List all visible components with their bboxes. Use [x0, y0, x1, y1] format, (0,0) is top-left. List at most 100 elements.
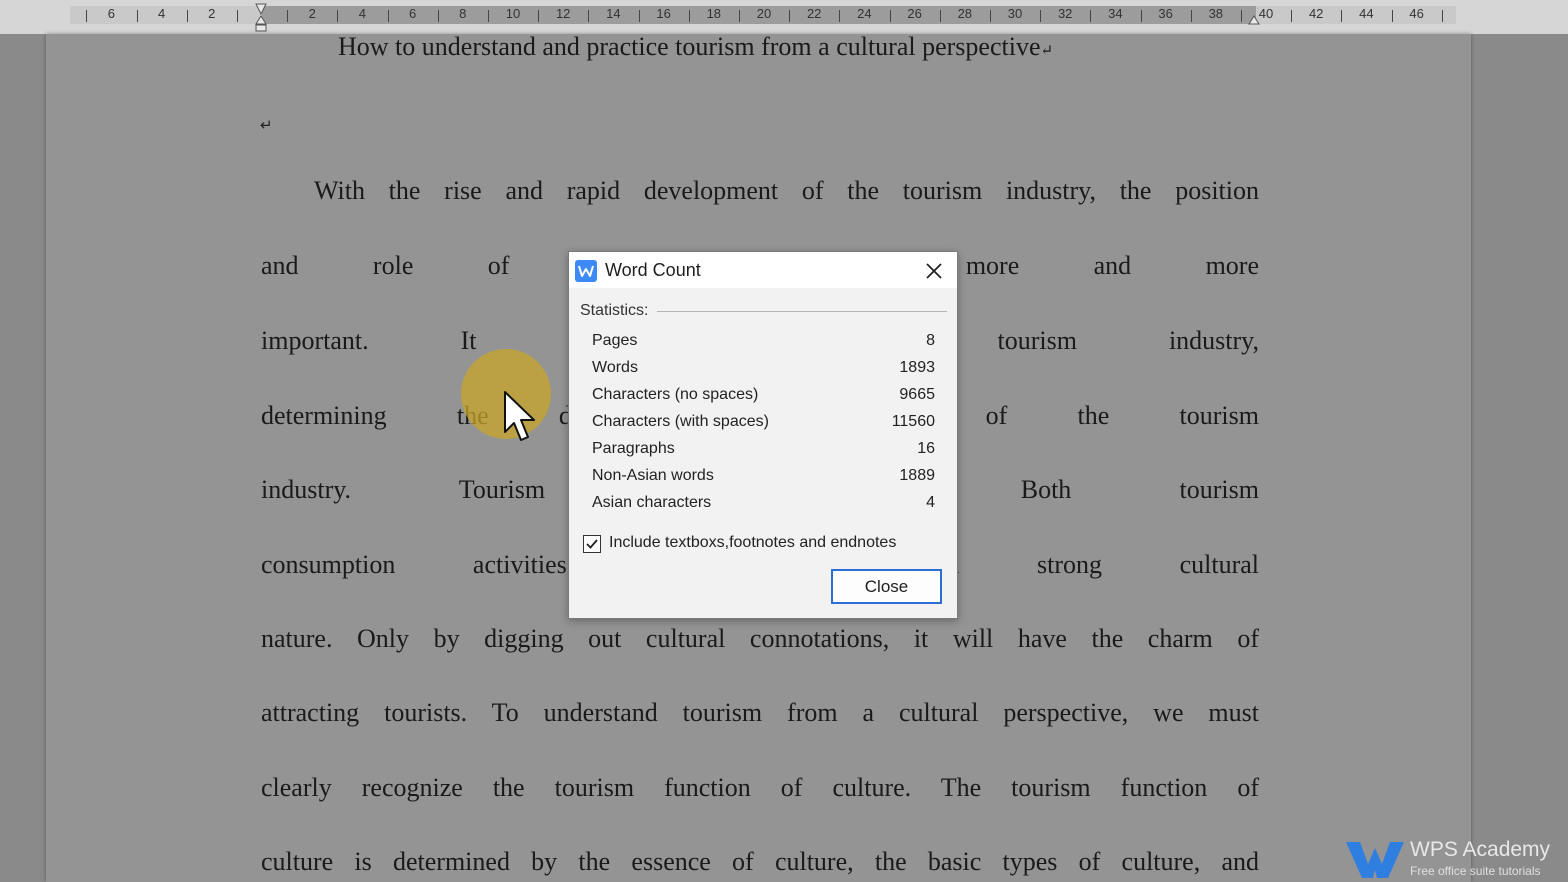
- stat-row-asian-characters: Asian characters 4: [592, 494, 935, 520]
- empty-paragraph-mark-icon: ↵: [260, 116, 273, 134]
- watermark-tagline: Free office suite tutorials: [1410, 864, 1541, 878]
- stat-value: 1893: [899, 359, 935, 376]
- ruler-number: 26: [907, 6, 922, 21]
- horizontal-ruler[interactable]: 6 4 2 2 4 6 8 10 12 14 16 18 20 22 24 26 28 30 32 34 36 38 40 4…: [0, 0, 1568, 35]
- stat-row-pages: Pages 8: [592, 332, 935, 358]
- checkmark-icon: [586, 539, 598, 549]
- ruler-tick: [1140, 10, 1142, 22]
- stat-label: Non-Asian words: [592, 467, 714, 484]
- ruler-number: 24: [857, 6, 872, 21]
- ruler-number: 44: [1359, 6, 1374, 21]
- ruler-tick: [538, 10, 540, 22]
- ruler-number: 22: [806, 6, 822, 21]
- ruler-tick: [337, 10, 339, 22]
- mouse-pointer-icon: [504, 391, 535, 441]
- ruler-number: 34: [1108, 6, 1123, 21]
- ruler-left-margin: [70, 6, 262, 24]
- ruler-tick: [1291, 10, 1293, 22]
- body-line-8: attracting tourists. To understand touri…: [261, 698, 1259, 727]
- stat-label: Characters (with spaces): [592, 413, 769, 430]
- statistics-divider: [657, 311, 947, 312]
- stat-value: 9665: [899, 386, 935, 403]
- ruler-tick: [839, 10, 841, 22]
- ruler-number: 32: [1057, 6, 1073, 21]
- ruler-tick: [1040, 10, 1042, 22]
- close-button[interactable]: Close: [831, 569, 942, 604]
- stat-row-paragraphs: Paragraphs 16: [592, 440, 935, 466]
- watermark-name: WPS Academy: [1410, 838, 1551, 861]
- ruler-number: 6: [408, 6, 417, 21]
- ruler-tick: [939, 10, 941, 22]
- first-line-indent-marker[interactable]: [255, 2, 267, 32]
- statistics-group-label: Statistics:: [580, 302, 649, 319]
- stat-value: 4: [926, 494, 935, 511]
- ruler-number: 2: [308, 6, 316, 21]
- document-title: How to understand and practice tourism f…: [338, 34, 1238, 62]
- ruler-tick: [889, 10, 891, 22]
- stat-value: 1889: [899, 467, 935, 484]
- ruler-tick: [989, 10, 991, 22]
- ruler-number: 40: [1258, 6, 1274, 21]
- stat-label: Words: [592, 359, 638, 376]
- include-textboxes-label[interactable]: Include textboxs,footnotes and endnotes: [609, 534, 896, 552]
- dialog-titlebar[interactable]: Word Count: [569, 252, 957, 288]
- ruler-tick: [1391, 10, 1393, 22]
- ruler-number: 6: [107, 6, 116, 21]
- ruler-tick: [638, 10, 640, 22]
- ruler-number: 28: [957, 6, 973, 21]
- ruler-number: 42: [1308, 6, 1324, 21]
- include-textboxes-checkbox[interactable]: [583, 535, 601, 553]
- ruler-tick: [487, 10, 489, 22]
- ruler-right-margin: [1256, 6, 1456, 24]
- ruler-number: 4: [157, 6, 166, 21]
- ruler-number: 4: [358, 6, 367, 21]
- ruler-tick: [236, 10, 238, 22]
- ruler-number: 14: [606, 6, 621, 21]
- ruler-tick: [1190, 10, 1192, 22]
- word-count-dialog[interactable]: Word Count Statistics: Pages 8 Words 189…: [568, 251, 958, 619]
- ruler-tick: [86, 10, 88, 22]
- ruler-tick: [688, 10, 690, 22]
- right-gutter: [1471, 34, 1568, 882]
- ruler-tick: [1240, 10, 1242, 22]
- ruler-number: 16: [656, 6, 671, 21]
- ruler-number: 18: [706, 6, 722, 21]
- stat-value: 8: [926, 332, 935, 349]
- ruler-tick: [1090, 10, 1092, 22]
- ruler-number: 30: [1007, 6, 1023, 21]
- body-line-1: With the rise and rapid development of t…: [314, 176, 1259, 205]
- stat-label: Pages: [592, 332, 638, 349]
- stat-row-non-asian-words: Non-Asian words 1889: [592, 467, 935, 493]
- ruler-tick: [1441, 10, 1443, 22]
- close-icon[interactable]: [923, 260, 945, 282]
- ruler-number: 36: [1158, 6, 1173, 21]
- ruler-tick: [789, 10, 791, 22]
- ruler-tick: [738, 10, 740, 22]
- stat-row-characters-with-spaces: Characters (with spaces) 11560: [592, 413, 935, 439]
- ruler-tick: [387, 10, 389, 22]
- stat-label: Paragraphs: [592, 440, 675, 457]
- wps-writer-icon: [575, 260, 597, 282]
- stat-value: 16: [917, 440, 935, 457]
- body-line-10: culture is determined by the essence of …: [261, 847, 1259, 876]
- stat-value: 11560: [891, 413, 935, 430]
- ruler-number: 38: [1208, 6, 1224, 21]
- ruler-tick: [287, 10, 289, 22]
- ruler-number: 12: [555, 6, 571, 21]
- ruler-number: 46: [1409, 6, 1424, 21]
- ruler-number: 8: [459, 6, 467, 21]
- wps-academy-logo-icon: [1346, 842, 1404, 878]
- stat-label: Characters (no spaces): [592, 386, 759, 403]
- stat-label: Asian characters: [592, 494, 712, 511]
- ruler-tick: [437, 10, 439, 22]
- ruler-tick: [186, 10, 188, 22]
- document-title-text: How to understand and practice tourism f…: [338, 34, 1041, 61]
- right-indent-marker[interactable]: [1248, 2, 1260, 32]
- stat-row-characters-no-spaces: Characters (no spaces) 9665: [592, 386, 935, 412]
- paragraph-mark-icon: ↵: [1040, 43, 1054, 59]
- ruler-tick: [588, 10, 590, 22]
- stat-row-words: Words 1893: [592, 359, 935, 385]
- ruler-number: 10: [505, 6, 521, 21]
- left-gutter: [0, 34, 46, 882]
- dialog-title: Word Count: [605, 260, 701, 280]
